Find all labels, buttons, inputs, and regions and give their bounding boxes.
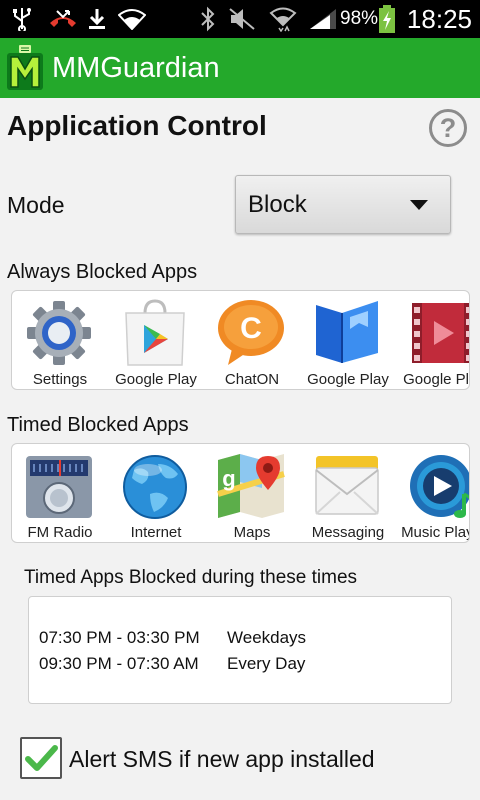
schedule-days: Every Day	[227, 654, 306, 673]
alert-sms-label: Alert SMS if new app installed	[69, 746, 375, 772]
mode-dropdown[interactable]: Block	[235, 175, 451, 234]
wifi-icon	[118, 6, 146, 32]
app-title: MMGuardian	[52, 52, 220, 84]
alert-sms-checkbox[interactable]	[20, 737, 62, 779]
play-store-icon	[120, 297, 190, 367]
mode-selected-value: Block	[248, 191, 307, 218]
download-icon	[86, 6, 108, 32]
missed-call-icon	[48, 6, 78, 32]
action-bar: MMGuardian	[0, 38, 480, 98]
svg-text:C: C	[240, 312, 262, 345]
app-item[interactable]: FM Radio	[12, 444, 108, 542]
always-blocked-apps-list[interactable]: Settings Google Play C ChatON Google Pla…	[11, 290, 470, 390]
checkmark-icon	[25, 745, 58, 771]
help-button[interactable]: ?	[429, 109, 467, 147]
app-name: FM Radio	[27, 524, 93, 541]
timed-blocked-label: Timed Blocked Apps	[7, 414, 189, 436]
play-books-icon	[312, 297, 382, 367]
app-name: Maps	[233, 524, 271, 541]
mmguardian-logo-icon	[6, 45, 44, 91]
mode-label: Mode	[7, 192, 65, 218]
usb-icon	[10, 6, 34, 32]
battery-charging-icon	[378, 5, 396, 33]
app-item[interactable]: C ChatON	[204, 291, 300, 389]
signal-icon	[308, 6, 338, 32]
app-name: Google Play	[307, 371, 389, 388]
app-name: ChatON	[224, 371, 280, 388]
svg-text:g: g	[222, 466, 235, 491]
app-item[interactable]: Internet	[108, 444, 204, 542]
clock: 18:25	[406, 4, 472, 34]
app-item[interactable]: Settings	[12, 291, 108, 389]
time-range: 09:30 PM - 07:30 AM	[39, 654, 199, 673]
app-item[interactable]: Messaging	[300, 444, 396, 542]
mute-icon	[228, 6, 256, 32]
chevron-down-icon	[410, 200, 428, 210]
status-bar: 98% 18:25	[0, 0, 480, 38]
fm-radio-icon	[24, 450, 94, 520]
chaton-icon: C	[216, 297, 286, 367]
schedule-row: 07:30 PM - 03:30 PM Weekdays	[39, 627, 306, 649]
battery-percent: 98%	[340, 8, 379, 29]
play-movies-icon	[408, 297, 469, 367]
bluetooth-icon	[198, 6, 218, 32]
always-blocked-label: Always Blocked Apps	[7, 261, 198, 283]
music-player-icon	[408, 450, 469, 520]
schedule-label: Timed Apps Blocked during these times	[24, 567, 358, 588]
app-name: Internet	[130, 524, 182, 541]
app-name: Google Play	[115, 371, 197, 388]
app-item[interactable]: Google Play	[396, 291, 469, 389]
app-name: Messaging	[311, 524, 385, 541]
app-item[interactable]: Google Play	[108, 291, 204, 389]
globe-icon	[120, 450, 190, 520]
app-name: Music Player	[401, 524, 469, 541]
app-item[interactable]: g Maps	[204, 444, 300, 542]
timed-blocked-apps-list[interactable]: FM Radio Internet g Maps Messaging Music…	[11, 443, 470, 543]
app-item[interactable]: Music Player	[396, 444, 469, 542]
app-item[interactable]: Google Play	[300, 291, 396, 389]
app-name: Google Play	[403, 371, 470, 388]
maps-icon: g	[216, 450, 286, 520]
page-title: Application Control	[7, 110, 267, 141]
app-name: Settings	[32, 371, 88, 388]
wifi-data-icon	[268, 6, 298, 32]
schedule-row: 09:30 PM - 07:30 AM Every Day	[39, 653, 305, 675]
time-range: 07:30 PM - 03:30 PM	[39, 628, 200, 647]
schedule-list[interactable]: 07:30 PM - 03:30 PM Weekdays 09:30 PM - 0…	[28, 596, 452, 704]
settings-icon	[24, 297, 94, 367]
help-icon: ?	[439, 113, 457, 143]
messaging-icon	[312, 450, 382, 520]
schedule-days: Weekdays	[227, 628, 307, 647]
